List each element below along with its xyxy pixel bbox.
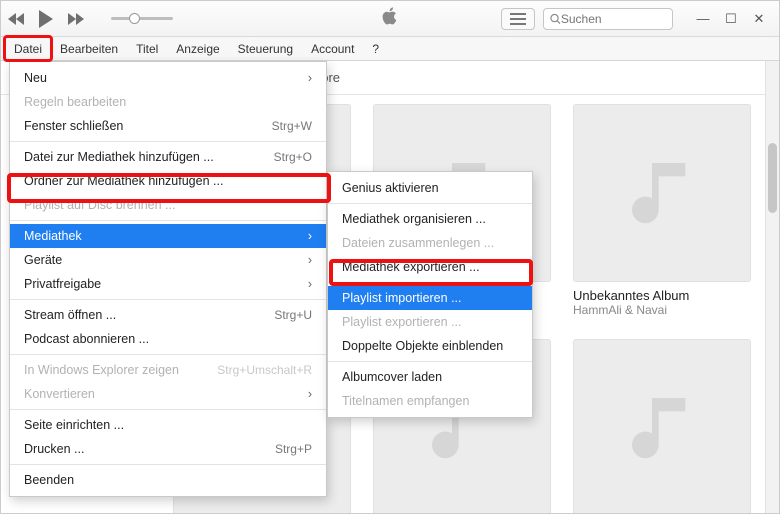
menu-shortcut: Strg+Umschalt+R xyxy=(217,363,312,377)
album-item[interactable]: Unbekanntes Album HammAli & Navai xyxy=(573,104,751,317)
menu-steuerung[interactable]: Steuerung xyxy=(229,37,302,60)
menu-titel[interactable]: Titel xyxy=(127,37,167,60)
menu-item-label: Podcast abonnieren ... xyxy=(24,332,149,346)
menu-item[interactable]: Ordner zur Mediathek hinzufügen ... xyxy=(10,169,326,193)
menu-item[interactable]: Privatfreigabe xyxy=(10,272,326,296)
menu-item-label: Neu xyxy=(24,71,47,85)
apple-logo xyxy=(379,5,401,32)
menu-item-label: Genius aktivieren xyxy=(342,181,439,195)
menu-item: Konvertieren xyxy=(10,382,326,406)
menu-item-label: Regeln bearbeiten xyxy=(24,95,126,109)
menu-item: Playlist auf Disc brennen ... xyxy=(10,193,326,217)
menu-item: Playlist exportieren ... xyxy=(328,310,532,334)
menu-item-label: Mediathek exportieren ... xyxy=(342,260,480,274)
menu-item[interactable]: Geräte xyxy=(10,248,326,272)
menu-item-label: Stream öffnen ... xyxy=(24,308,116,322)
play-button[interactable] xyxy=(37,9,55,29)
volume-slider[interactable] xyxy=(111,17,173,20)
next-button[interactable] xyxy=(67,12,85,26)
menu-shortcut: Strg+U xyxy=(274,308,312,322)
menu-account[interactable]: Account xyxy=(302,37,363,60)
close-button[interactable]: ✕ xyxy=(745,8,773,30)
menu-mediathek-submenu: Genius aktivieren Mediathek organisieren … xyxy=(327,171,533,418)
menu-item-label: Dateien zusammenlegen ... xyxy=(342,236,494,250)
music-note-icon xyxy=(622,153,702,233)
menu-item: Titelnamen empfangen xyxy=(328,389,532,413)
menu-item-label: Mediathek xyxy=(24,229,82,243)
menu-item: In Windows Explorer zeigen Strg+Umschalt+… xyxy=(10,358,326,382)
menu-item-label: In Windows Explorer zeigen xyxy=(24,363,179,377)
menu-item[interactable]: Drucken ... Strg+P xyxy=(10,437,326,461)
menu-item-label: Privatfreigabe xyxy=(24,277,101,291)
minimize-button[interactable]: — xyxy=(689,8,717,30)
menu-anzeige[interactable]: Anzeige xyxy=(167,37,228,60)
menu-item[interactable]: Podcast abonnieren ... xyxy=(10,327,326,351)
maximize-button[interactable]: ☐ xyxy=(717,8,745,30)
list-view-button[interactable] xyxy=(501,8,535,30)
menu-item: Regeln bearbeiten xyxy=(10,90,326,114)
menu-item-label: Ordner zur Mediathek hinzufügen ... xyxy=(24,174,223,188)
menu-item-label: Albumcover laden xyxy=(342,370,442,384)
menu-item-label: Playlist exportieren ... xyxy=(342,315,462,329)
album-title: Unbekanntes Album xyxy=(573,288,751,303)
menu-item-label: Beenden xyxy=(24,473,74,487)
menubar: Datei Bearbeiten Titel Anzeige Steuerung… xyxy=(1,37,779,61)
menu-item[interactable]: Neu xyxy=(10,66,326,90)
menu-item[interactable]: Mediathek organisieren ... xyxy=(328,207,532,231)
menu-item[interactable]: Beenden xyxy=(10,468,326,492)
menu-item[interactable]: Mediathek exportieren ... xyxy=(328,255,532,279)
menu-bearbeiten[interactable]: Bearbeiten xyxy=(51,37,127,60)
menu-item-label: Konvertieren xyxy=(24,387,95,401)
menu-datei-dropdown: Neu Regeln bearbeiten Fenster schließen Str… xyxy=(9,61,327,497)
album-artist: HammAli & Navai xyxy=(573,303,751,317)
menu-item[interactable]: Genius aktivieren xyxy=(328,176,532,200)
menu-item[interactable]: Fenster schließen Strg+W xyxy=(10,114,326,138)
menu-help[interactable]: ? xyxy=(363,37,388,60)
menu-shortcut: Strg+O xyxy=(274,150,312,164)
menu-shortcut: Strg+W xyxy=(272,119,312,133)
search-icon xyxy=(550,13,561,25)
search-box[interactable] xyxy=(543,8,673,30)
scrollbar[interactable] xyxy=(765,61,779,513)
menu-item-label: Drucken ... xyxy=(24,442,84,456)
menu-item[interactable]: Albumcover laden xyxy=(328,365,532,389)
prev-button[interactable] xyxy=(7,12,25,26)
menu-item-label: Seite einrichten ... xyxy=(24,418,124,432)
window-controls: — ☐ ✕ xyxy=(689,8,773,30)
menu-item[interactable]: Datei zur Mediathek hinzufügen ... Strg+O xyxy=(10,145,326,169)
music-note-icon xyxy=(622,388,702,468)
album-item[interactable]: Unbekanntes Album xyxy=(573,339,751,513)
menu-item-label: Playlist importieren ... xyxy=(342,291,461,305)
menu-item[interactable]: Seite einrichten ... xyxy=(10,413,326,437)
menu-shortcut: Strg+P xyxy=(275,442,312,456)
titlebar: — ☐ ✕ xyxy=(1,1,779,37)
menu-item-label: Titelnamen empfangen xyxy=(342,394,469,408)
search-input[interactable] xyxy=(561,12,666,26)
menu-item[interactable]: Playlist importieren ... xyxy=(328,286,532,310)
menu-item[interactable]: Mediathek xyxy=(10,224,326,248)
menu-item-label: Geräte xyxy=(24,253,62,267)
playback-controls xyxy=(7,9,173,29)
menu-datei[interactable]: Datei xyxy=(5,37,51,60)
menu-item[interactable]: Doppelte Objekte einblenden xyxy=(328,334,532,358)
menu-item-label: Fenster schließen xyxy=(24,119,123,133)
menu-item: Dateien zusammenlegen ... xyxy=(328,231,532,255)
menu-item-label: Playlist auf Disc brennen ... xyxy=(24,198,175,212)
menu-item[interactable]: Stream öffnen ... Strg+U xyxy=(10,303,326,327)
menu-item-label: Datei zur Mediathek hinzufügen ... xyxy=(24,150,214,164)
menu-item-label: Doppelte Objekte einblenden xyxy=(342,339,503,353)
menu-item-label: Mediathek organisieren ... xyxy=(342,212,486,226)
